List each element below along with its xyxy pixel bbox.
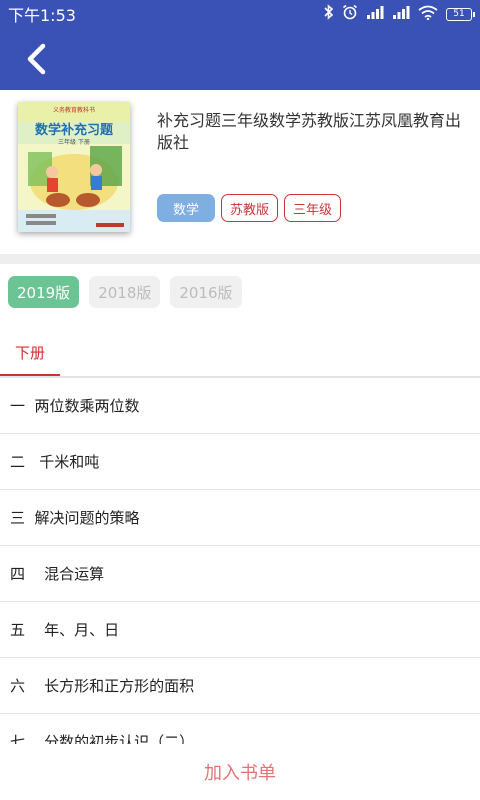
tab-volume-2[interactable]: 下册 — [0, 326, 60, 378]
signal-icon — [392, 5, 410, 23]
tag-subject[interactable]: 数学 — [157, 194, 215, 222]
book-header: 义务教育教科书 数学补充习题 三年级 下册 补充习题三年级数学苏教版江苏凤凰教育… — [0, 90, 480, 254]
signal-icon — [366, 5, 384, 23]
battery-level: 51 — [453, 9, 465, 19]
book-title: 补充习题三年级数学苏教版江苏凤凰教育出版社 — [157, 111, 462, 152]
volume-tabs: 下册 — [0, 326, 480, 378]
chapter-item-2[interactable]: 二 千米和吨 — [0, 434, 480, 490]
alarm-icon — [342, 4, 358, 24]
chapter-item-5[interactable]: 五 年、月、日 — [0, 602, 480, 658]
cover-subtitle: 三年级 下册 — [58, 139, 90, 146]
tag-publisher-version[interactable]: 苏教版 — [221, 194, 279, 222]
chapter-item-7[interactable]: 七 分数的初步认识（二） — [0, 714, 480, 744]
bottom-action-bar: 加入书单 — [0, 744, 480, 800]
section-divider — [0, 254, 480, 264]
chapter-item-6[interactable]: 六 长方形和正方形的面积 — [0, 658, 480, 714]
cover-header-text: 义务教育教科书 — [52, 107, 95, 114]
chapter-item-4[interactable]: 四 混合运算 — [0, 546, 480, 602]
add-to-booklist-button[interactable]: 加入书单 — [204, 759, 276, 785]
chapter-item-3[interactable]: 三 解决问题的策略 — [0, 490, 480, 546]
edition-chip-2018[interactable]: 2018版 — [89, 276, 161, 308]
status-bar: 下午1:53 51 — [0, 0, 480, 28]
chapter-item-1[interactable]: 一 两位数乘两位数 — [0, 378, 480, 434]
battery-icon: 51 — [446, 7, 475, 21]
bluetooth-icon — [324, 4, 334, 24]
edition-chip-2019[interactable]: 2019版 — [8, 276, 80, 308]
tag-grade[interactable]: 三年级 — [284, 194, 342, 222]
book-cover[interactable]: 义务教育教科书 数学补充习题 三年级 下册 — [18, 102, 130, 232]
edition-chip-2016[interactable]: 2016版 — [170, 276, 242, 308]
edition-selector: 2019版 2018版 2016版 — [8, 276, 242, 308]
back-button[interactable] — [18, 40, 54, 78]
chevron-left-icon — [27, 43, 46, 75]
cover-title: 数学补充习题 — [34, 123, 113, 138]
status-icons: 51 — [324, 4, 475, 24]
book-tags: 数学 苏教版 三年级 — [157, 194, 342, 222]
chapter-list: 一 两位数乘两位数 二 千米和吨 三 解决问题的策略 四 混合运算 五 年、月、… — [0, 378, 480, 744]
wifi-icon — [418, 5, 438, 24]
status-time: 下午1:53 — [8, 6, 76, 25]
app-bar — [0, 28, 480, 90]
